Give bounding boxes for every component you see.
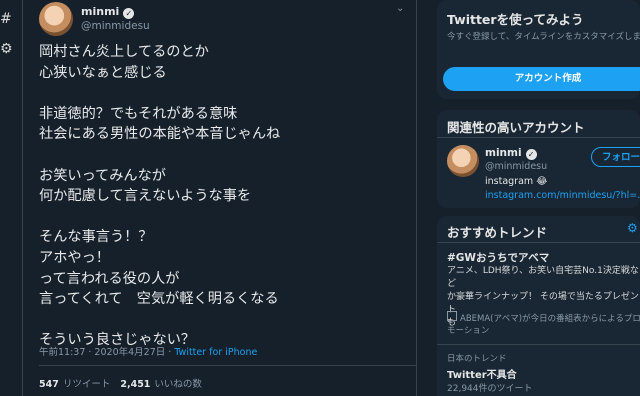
trend-1-name[interactable]: #GWおうちでアベマ [447,250,549,265]
verified-icon: ✓ [525,149,537,160]
signup-title: Twitterを使ってみよう [447,12,584,27]
user-handle[interactable]: @minmidesu [81,20,150,32]
tweet-stats: 547 リツイート 2,451 いいねの数 [39,376,202,390]
follow-button[interactable]: フォロー [591,147,640,167]
gear-icon[interactable]: ⚙ [627,221,638,235]
trend-2-count: 22,944件のツイート [447,384,533,394]
display-name-text[interactable]: minmi [81,5,119,18]
display-name[interactable]: minmi ✓ [81,5,135,19]
like-count-link[interactable]: 2,451 いいねの数 [120,379,202,390]
trend-2-context: 日本のトレンド [447,354,507,364]
tweet-timestamp[interactable]: 午前11:37 · 2020年4月27日 · [39,347,174,358]
retweet-count: 547 [39,379,59,390]
related-name-text[interactable]: minmi [485,147,522,159]
verified-icon: ✓ [123,8,135,19]
create-account-button[interactable]: アカウント作成 [443,67,640,91]
hashtag-icon[interactable]: # [0,12,14,26]
related-link[interactable]: instagram.com/minmidesu/?hl=... [485,190,640,201]
like-count: 2,451 [120,379,151,390]
avatar[interactable] [39,2,73,36]
divider [437,242,640,243]
related-title: 関連性の高いアカウント [447,120,585,135]
chevron-down-icon[interactable]: ⌄ [396,3,404,14]
column-divider [416,0,417,396]
gear-icon[interactable]: ⚙ [0,42,14,56]
related-bio: instagram 😂 [485,176,548,187]
left-nav: # ⚙ [0,0,22,396]
tweet-meta: 午前11:37 · 2020年4月27日 · Twitter for iPhon… [39,344,257,358]
tweet-source-link[interactable]: Twitter for iPhone [174,347,257,358]
promoted-text: ABEMA(アベマ)が今日の番組表からによるプロモーション [447,314,640,336]
retweet-count-link[interactable]: 547 リツイート [39,379,110,390]
divider [39,365,416,366]
signup-card: Twitterを使ってみよう 今すぐ登録して、タイムラインをカスタマイズしましょ… [437,0,640,99]
divider [437,344,640,345]
signup-subtitle: 今すぐ登録して、タイムラインをカスタマイズしましょう。 [447,32,640,42]
promoted-icon [447,311,457,321]
trend-1-promoted: ABEMA(アベマ)が今日の番組表からによるプロモーション [447,311,640,337]
related-avatar[interactable] [447,145,479,177]
trends-title: おすすめトレンド [447,225,548,240]
tweet-text: 岡村さん炎上してるのとか 心狭いなぁと感じる 非道徳的？でもそれがある意味 社会… [39,44,281,349]
tweet-detail: minmi ✓ @minmidesu ⌄ 岡村さん炎上してるのとか 心狭いなぁと感… [23,0,416,396]
trend-2-name[interactable]: Twitter不具合 [447,366,517,381]
related-handle[interactable]: @minmidesu [485,161,547,172]
related-name[interactable]: minmi ✓ [485,147,537,160]
divider [437,137,640,138]
trends-card: おすすめトレンド ⚙ #GWおうちでアベマ アニメ、LDH祭り、お笑い自宅芸No… [437,216,640,396]
like-label: いいねの数 [154,379,202,390]
related-accounts-card: 関連性の高いアカウント minmi ✓ @minmidesu instagram … [437,110,640,208]
retweet-label: リツイート [62,379,111,390]
